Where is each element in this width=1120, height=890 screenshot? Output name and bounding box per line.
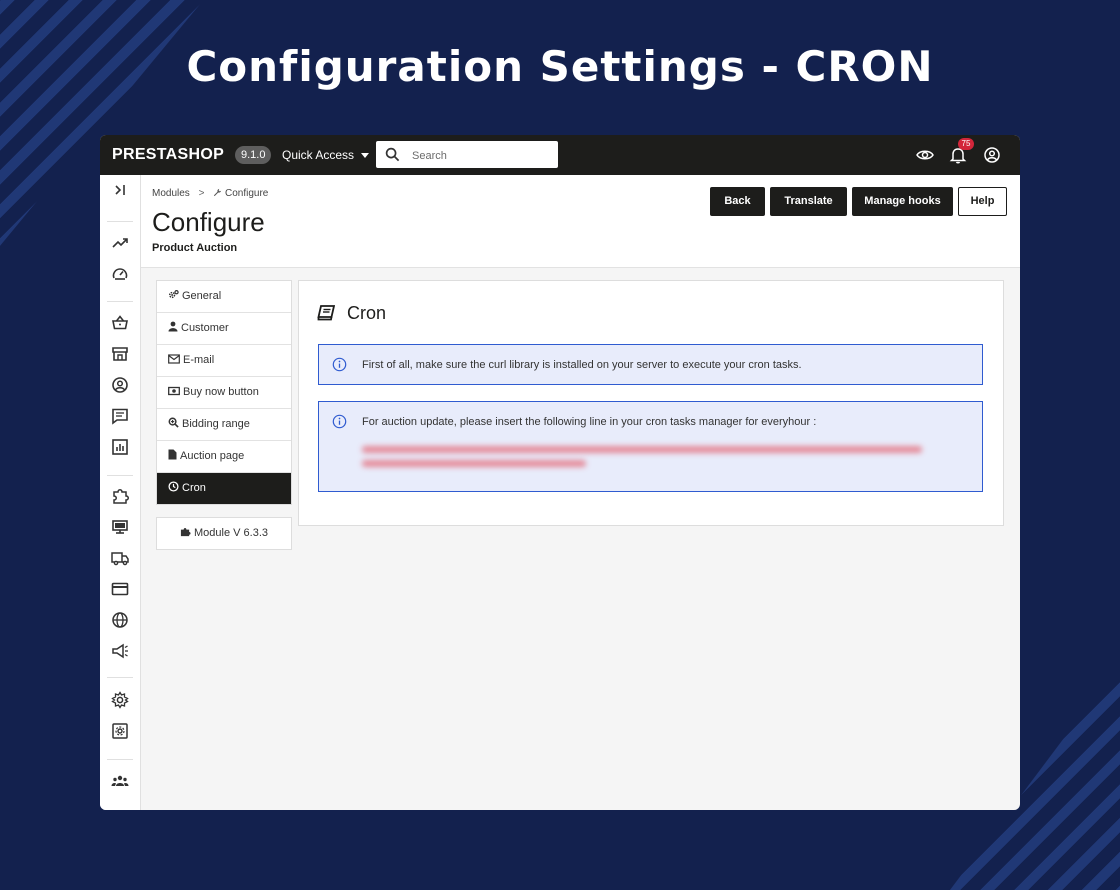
quick-access-dropdown[interactable]: Quick Access (282, 148, 370, 162)
tab-auction-page[interactable]: Auction page (157, 441, 291, 473)
blurred-cron-command (362, 446, 922, 478)
search-icon (385, 147, 400, 162)
app-window: PRESTASHOP 9.1.0 Quick Access 75 (100, 135, 1020, 810)
back-button[interactable]: Back (710, 187, 765, 216)
translate-button[interactable]: Translate (770, 187, 847, 216)
quick-access-label: Quick Access (282, 148, 355, 162)
module-version: Module V 6.3.3 (194, 527, 268, 539)
eye-icon[interactable] (915, 145, 935, 165)
store-icon[interactable] (110, 344, 130, 364)
team-icon[interactable] (110, 771, 130, 791)
puzzle-piece-icon (180, 527, 191, 537)
file-icon (168, 449, 177, 460)
wrench-icon (214, 188, 222, 197)
tab-label: General (182, 290, 222, 302)
breadcrumb-current: Configure (225, 188, 269, 199)
info-icon (332, 357, 347, 372)
tab-email[interactable]: E-mail (157, 345, 291, 377)
envelope-icon (168, 354, 180, 364)
prestashop-logo[interactable]: PRESTASHOP (112, 146, 224, 164)
info-alert-cron-command: For auction update, please insert the fo… (318, 401, 983, 492)
customer-icon[interactable] (110, 375, 130, 395)
tab-label: Bidding range (182, 418, 250, 430)
top-navbar: PRESTASHOP 9.1.0 Quick Access 75 (100, 135, 1020, 175)
monitor-icon[interactable] (110, 517, 130, 537)
tab-customer[interactable]: Customer (157, 313, 291, 345)
help-button[interactable]: Help (958, 187, 1007, 216)
tab-label: Customer (181, 322, 229, 334)
panel-title: Cron (347, 303, 387, 323)
tab-cron[interactable]: Cron (157, 473, 291, 504)
config-tabs: General Customer E-mail Buy now button B… (156, 280, 292, 505)
sidebar-divider (107, 475, 133, 476)
tab-label: E-mail (183, 354, 215, 366)
sidebar-divider (107, 677, 133, 678)
page-title: Configure (152, 207, 265, 237)
user-icon (168, 321, 178, 332)
sidebar-divider (107, 301, 133, 302)
clock-icon (168, 481, 179, 492)
truck-icon[interactable] (110, 548, 130, 568)
speedometer-icon[interactable] (110, 264, 130, 284)
alert-text: For auction update, please insert the fo… (362, 416, 817, 428)
info-alert-curl: First of all, make sure the curl library… (318, 344, 983, 385)
caret-down-icon (361, 153, 370, 159)
tab-buy-now-button[interactable]: Buy now button (157, 377, 291, 409)
gear-icon[interactable] (110, 690, 130, 710)
sidebar (100, 175, 141, 810)
credit-card-icon[interactable] (110, 579, 130, 599)
puzzle-icon[interactable] (110, 486, 130, 506)
megaphone-icon[interactable] (110, 641, 130, 661)
breadcrumb-modules-link[interactable]: Modules (152, 188, 190, 199)
sidebar-divider (107, 759, 133, 760)
banner-title: Configuration Settings - CRON (186, 42, 934, 91)
search-box[interactable] (376, 141, 558, 168)
stats-icon[interactable] (110, 437, 130, 457)
version-badge: 9.1.0 (235, 146, 272, 164)
tab-label: Auction page (180, 450, 245, 462)
cogs-icon (169, 290, 179, 299)
trending-up-icon[interactable] (110, 233, 130, 253)
globe-icon[interactable] (110, 610, 130, 630)
manage-hooks-button[interactable]: Manage hooks (852, 187, 953, 216)
tab-label: Buy now button (183, 386, 259, 398)
advanced-settings-icon[interactable] (110, 721, 130, 741)
alert-text: First of all, make sure the curl library… (362, 359, 802, 371)
money-icon (168, 386, 180, 396)
cron-panel: Cron First of all, make sure the curl li… (298, 280, 1004, 526)
book-icon (317, 305, 335, 321)
account-icon[interactable] (982, 145, 1002, 165)
message-icon[interactable] (110, 406, 130, 426)
tab-bidding-range[interactable]: Bidding range (157, 409, 291, 441)
module-name: Product Auction (152, 242, 238, 254)
sidebar-divider (107, 221, 133, 222)
breadcrumb: Modules > Configure (152, 188, 268, 199)
tab-label: Cron (182, 482, 206, 494)
info-icon (332, 414, 347, 429)
search-plus-icon (168, 417, 179, 428)
expand-sidebar-icon[interactable] (110, 180, 130, 200)
search-input[interactable] (410, 146, 554, 165)
tab-general[interactable]: General (157, 281, 291, 313)
basket-icon[interactable] (110, 313, 130, 333)
notification-badge: 75 (958, 138, 974, 150)
module-version-box: Module V 6.3.3 (156, 517, 292, 550)
breadcrumb-separator: > (198, 188, 205, 199)
page-header: Modules > Configure Configure Product Au… (141, 175, 1020, 268)
